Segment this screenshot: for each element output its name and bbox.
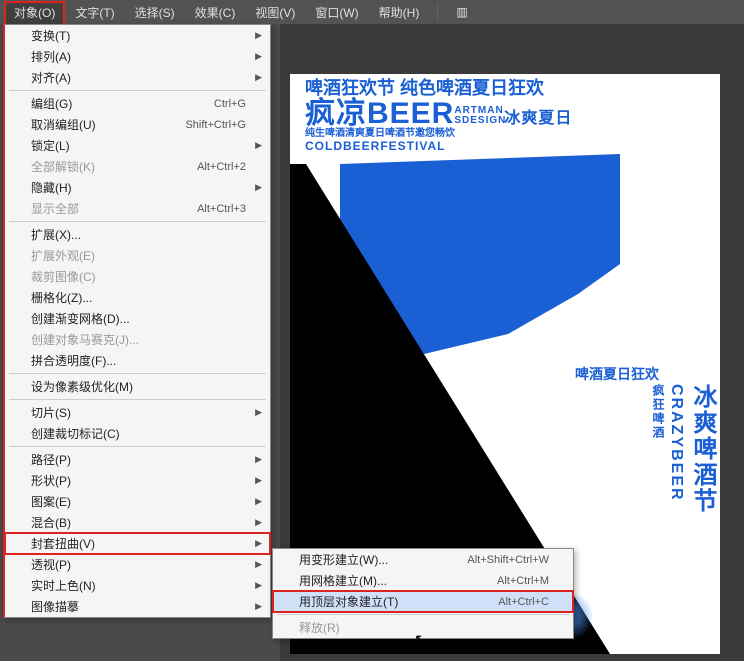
menu-help[interactable]: 帮助(H) [369,1,430,24]
submenu-item-label: 释放(R) [299,619,340,636]
menu-shortcut: Shift+Ctrl+G [185,119,246,131]
menu-item[interactable]: 实时上色(N) [5,575,270,596]
menu-item: 创建对象马赛克(J)... [5,329,270,350]
menu-item[interactable]: 切片(S) [5,402,270,423]
menu-item[interactable]: 锁定(L) [5,135,270,156]
menu-separator [9,446,266,447]
menu-separator [437,4,438,20]
menu-item[interactable]: 封套扭曲(V) [5,533,270,554]
menu-item[interactable]: 图案(E) [5,491,270,512]
menu-item[interactable]: 扩展(X)... [5,224,270,245]
menu-item[interactable]: 隐藏(H) [5,177,270,198]
menu-item: 扩展外观(E) [5,245,270,266]
menu-item[interactable]: 透视(P) [5,554,270,575]
menu-item[interactable]: 设为像素级优化(M) [5,376,270,397]
menu-view[interactable]: 视图(V) [245,1,305,24]
menu-item-label: 取消编组(U) [31,116,96,133]
menu-item: 全部解锁(K) Alt+Ctrl+2 [5,156,270,177]
menu-shortcut: Alt+Ctrl+2 [197,161,246,173]
menu-item[interactable]: 取消编组(U) Shift+Ctrl+G [5,114,270,135]
menu-item-label: 形状(P) [31,472,71,489]
menu-item-label: 切片(S) [31,404,71,421]
menu-window[interactable]: 窗口(W) [305,1,368,24]
menu-item-label: 栅格化(Z)... [31,289,92,306]
menu-separator [9,373,266,374]
menu-item-label: 实时上色(N) [31,577,96,594]
menu-item-label: 裁剪图像(C) [31,268,96,285]
menu-item-label: 混合(B) [31,514,71,531]
menu-item-label: 变换(T) [31,27,70,44]
menu-separator [9,399,266,400]
menu-item-label: 透视(P) [31,556,71,573]
menu-item-label: 扩展外观(E) [31,247,95,264]
menu-item-label: 创建对象马赛克(J)... [31,331,139,348]
menu-text[interactable]: 文字(T) [65,1,124,24]
menu-item[interactable]: 路径(P) [5,449,270,470]
menu-item-label: 锁定(L) [31,137,70,154]
object-menu-dropdown: 变换(T) 排列(A) 对齐(A) 编组(G) Ctrl+G 取消编组(U) Shift+C… [3,24,271,618]
menu-shortcut: Ctrl+G [214,98,246,110]
menu-item[interactable]: 形状(P) [5,470,270,491]
submenu-item[interactable]: 用变形建立(W)... Alt+Shift+Ctrl+W [273,549,573,570]
submenu-item-label: 用网格建立(M)... [299,572,387,589]
menu-item: 显示全部 Alt+Ctrl+3 [5,198,270,219]
menu-item[interactable]: 变换(T) [5,25,270,46]
menu-item[interactable]: 混合(B) [5,512,270,533]
menu-item-label: 扩展(X)... [31,226,81,243]
menu-item-label: 路径(P) [31,451,71,468]
menu-item[interactable]: 创建渐变网格(D)... [5,308,270,329]
menu-item-label: 创建渐变网格(D)... [31,310,130,327]
menu-item-label: 对齐(A) [31,69,71,86]
menu-item[interactable]: 创建裁切标记(C) [5,423,270,444]
submenu-item[interactable]: 用网格建立(M)... Alt+Ctrl+M [273,570,573,591]
submenu-item-label: 用顶层对象建立(T) [299,593,398,610]
menu-separator [277,614,569,615]
menu-item[interactable]: 栅格化(Z)... [5,287,270,308]
menu-shortcut: Alt+Ctrl+3 [197,203,246,215]
menu-item-label: 设为像素级优化(M) [31,378,133,395]
menu-item[interactable]: 图像描摹 [5,596,270,617]
menu-item[interactable]: 对齐(A) [5,67,270,88]
menu-item[interactable]: 拼合透明度(F)... [5,350,270,371]
poster-headline: 啤酒狂欢节 纯色啤酒夏日狂欢 疯凉BEERARTMAN SDESIGN冰爽夏日 … [305,79,615,152]
submenu-item[interactable]: 用顶层对象建立(T) Alt+Ctrl+C [273,591,573,612]
menu-item[interactable]: 排列(A) [5,46,270,67]
menu-item-label: 排列(A) [31,48,71,65]
menu-item-label: 图像描摹 [31,598,79,615]
menu-item-label: 拼合透明度(F)... [31,352,116,369]
menu-bar: 对象(O) 文字(T) 选择(S) 效果(C) 视图(V) 窗口(W) 帮助(H… [0,0,744,24]
envelope-distort-submenu: 用变形建立(W)... Alt+Shift+Ctrl+W 用网格建立(M)... Al… [272,548,574,639]
mouse-cursor-icon: ↖ [414,630,427,650]
menu-item-label: 创建裁切标记(C) [31,425,120,442]
submenu-shortcut: Alt+Shift+Ctrl+W [467,554,549,566]
menu-effect[interactable]: 效果(C) [185,1,246,24]
submenu-item-label: 用变形建立(W)... [299,551,388,568]
submenu-shortcut: Alt+Ctrl+M [497,575,549,587]
menu-item-label: 显示全部 [31,200,79,217]
menu-item-label: 隐藏(H) [31,179,72,196]
menu-separator [9,221,266,222]
menu-item-label: 编组(G) [31,95,72,112]
poster-right-column: 啤酒夏日狂欢 冰爽啤酒节 CRAZYBEER 疯狂啤酒 [575,364,720,514]
menu-select[interactable]: 选择(S) [125,1,185,24]
menu-item[interactable]: 编组(G) Ctrl+G [5,93,270,114]
menu-item-label: 全部解锁(K) [31,158,95,175]
menu-item: 裁剪图像(C) [5,266,270,287]
menu-item-label: 图案(E) [31,493,71,510]
menu-separator [9,90,266,91]
menu-item-label: 封套扭曲(V) [31,535,95,552]
submenu-shortcut: Alt+Ctrl+C [498,596,549,608]
toolbar-extra-icon[interactable]: ▥ [446,2,477,22]
menu-object[interactable]: 对象(O) [4,1,65,24]
